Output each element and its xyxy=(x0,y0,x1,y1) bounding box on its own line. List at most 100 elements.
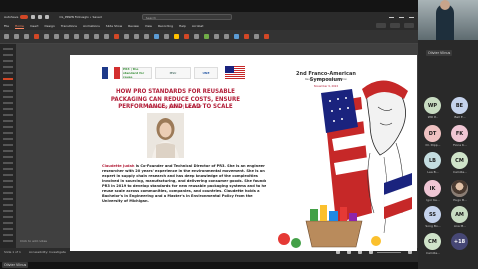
numbering-icon[interactable] xyxy=(134,34,139,39)
thumbnail[interactable] xyxy=(3,234,13,236)
participant-avatar[interactable]: IK xyxy=(424,180,441,197)
thumbnail[interactable] xyxy=(3,96,13,98)
tab-insert[interactable]: Insert xyxy=(30,24,39,28)
shapes-icon[interactable] xyxy=(154,34,159,39)
thumbnail[interactable] xyxy=(3,174,13,176)
autosave-toggle[interactable]: AutoSave xyxy=(4,15,29,19)
save-icon[interactable] xyxy=(31,15,36,19)
designer-icon[interactable] xyxy=(244,34,249,39)
thumbnail[interactable] xyxy=(3,138,13,140)
thumbnail[interactable] xyxy=(3,210,13,212)
bold-icon[interactable] xyxy=(84,34,89,39)
thumbnail[interactable] xyxy=(3,132,13,134)
thumbnail[interactable] xyxy=(3,186,13,188)
thumbnail[interactable] xyxy=(3,216,13,218)
thumbnail[interactable] xyxy=(3,102,13,104)
share-button[interactable] xyxy=(404,23,414,28)
tab-acrobat[interactable]: Acrobat xyxy=(192,24,204,28)
presenter-video[interactable] xyxy=(418,0,478,40)
slide[interactable]: PR3 | the standard for reuse MSU UNE HOW… xyxy=(70,55,417,251)
arrange-icon[interactable] xyxy=(164,34,169,39)
shape-fill-icon[interactable] xyxy=(184,34,189,39)
maximize-icon[interactable] xyxy=(399,14,404,18)
select-icon[interactable] xyxy=(224,34,229,39)
tab-transitions[interactable]: Transitions xyxy=(61,24,77,28)
participant-avatar[interactable] xyxy=(451,180,468,197)
participant-avatar[interactable]: AM xyxy=(451,206,468,223)
tab-recording[interactable]: Recording xyxy=(158,24,173,28)
replace-icon[interactable] xyxy=(214,34,219,39)
thumbnail[interactable] xyxy=(3,60,13,62)
shape-outline-icon[interactable] xyxy=(194,34,199,39)
reset-icon[interactable] xyxy=(54,34,59,39)
participant-avatar[interactable]: CM xyxy=(424,233,441,250)
thumbnail[interactable] xyxy=(3,150,13,152)
participant-avatar[interactable]: WP xyxy=(424,97,441,114)
acrobat-icon[interactable] xyxy=(264,34,269,39)
minimize-icon[interactable] xyxy=(389,14,394,18)
thumbnail[interactable] xyxy=(3,156,13,158)
tab-design[interactable]: Design xyxy=(45,24,55,28)
zoom-slider[interactable] xyxy=(377,251,401,253)
thumbnail[interactable] xyxy=(3,84,13,86)
participant-avatar[interactable]: BE xyxy=(451,97,468,114)
tab-animations[interactable]: Animations xyxy=(83,24,100,28)
thumbnail[interactable] xyxy=(3,108,13,110)
underline-icon[interactable] xyxy=(104,34,109,39)
cut-icon[interactable] xyxy=(14,34,19,39)
dictate-icon[interactable] xyxy=(234,34,239,39)
tab-home[interactable]: Home xyxy=(15,24,24,29)
search-input[interactable]: Search xyxy=(141,14,232,20)
add-ins-icon[interactable] xyxy=(254,34,259,39)
slide-thumbnails-pane[interactable] xyxy=(0,44,16,248)
redo-icon[interactable] xyxy=(45,15,50,19)
thumbnail[interactable] xyxy=(3,204,13,206)
thumbnail[interactable] xyxy=(3,126,13,128)
italic-icon[interactable] xyxy=(94,34,99,39)
tab-help[interactable]: Help xyxy=(179,24,186,28)
participant-avatar[interactable]: SS xyxy=(424,206,441,223)
thumbnail[interactable] xyxy=(3,114,13,116)
participant-avatar[interactable]: LB xyxy=(424,152,441,169)
layout-icon[interactable] xyxy=(44,34,49,39)
participant-avatar[interactable]: DT xyxy=(424,125,441,142)
new-slide-icon[interactable] xyxy=(34,34,39,39)
thumbnail[interactable] xyxy=(3,144,13,146)
record-button[interactable] xyxy=(376,23,386,28)
find-icon[interactable] xyxy=(204,34,209,39)
thumbnail[interactable] xyxy=(3,192,13,194)
thumbnail[interactable] xyxy=(3,198,13,200)
paste-icon[interactable] xyxy=(4,34,9,39)
accessibility-status[interactable]: Accessibility: Investigate xyxy=(29,250,66,254)
font-color-icon[interactable] xyxy=(114,34,119,39)
thumbnail[interactable] xyxy=(3,240,13,242)
close-icon[interactable] xyxy=(409,14,414,18)
tab-file[interactable]: File xyxy=(4,24,9,28)
thumbnail[interactable] xyxy=(3,48,13,50)
thumbnail[interactable] xyxy=(3,168,13,170)
thumbnail[interactable] xyxy=(3,180,13,182)
quick-styles-icon[interactable] xyxy=(174,34,179,39)
thumbnail[interactable] xyxy=(3,228,13,230)
thumbnail[interactable] xyxy=(3,162,13,164)
present-button[interactable] xyxy=(390,23,400,28)
undo-icon[interactable] xyxy=(38,15,43,19)
thumbnail[interactable] xyxy=(3,222,13,224)
font-icon[interactable] xyxy=(74,34,79,39)
thumbnail[interactable] xyxy=(3,72,13,74)
more-participants-button[interactable]: +18 xyxy=(451,233,468,250)
thumbnail[interactable] xyxy=(3,90,13,92)
align-icon[interactable] xyxy=(144,34,149,39)
copy-icon[interactable] xyxy=(24,34,29,39)
tab-slide-show[interactable]: Slide Show xyxy=(106,24,122,28)
participant-avatar[interactable]: FK xyxy=(451,125,468,142)
tab-view[interactable]: View xyxy=(145,24,152,28)
thumbnail[interactable] xyxy=(3,66,13,68)
thumbnail-current[interactable] xyxy=(3,78,13,80)
bullets-icon[interactable] xyxy=(124,34,129,39)
participant-avatar[interactable]: CM xyxy=(451,152,468,169)
tab-review[interactable]: Review xyxy=(128,24,139,28)
section-icon[interactable] xyxy=(64,34,69,39)
thumbnail[interactable] xyxy=(3,54,13,56)
thumbnail[interactable] xyxy=(3,120,13,122)
